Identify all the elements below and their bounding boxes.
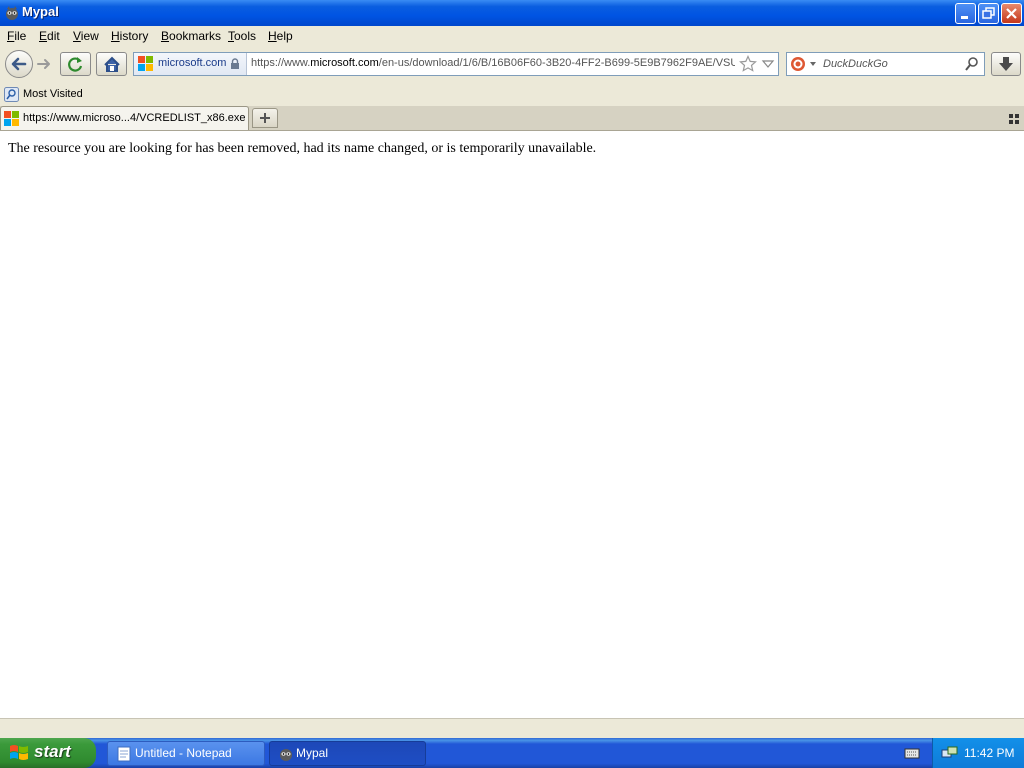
menu-edit-accel: E [39,29,48,43]
lock-icon [231,58,239,69]
taskbar-item-notepad-label: Untitled - Notepad [135,746,232,760]
forward-arrow-icon [37,59,50,69]
taskbar-item-mypal-label: Mypal [296,746,329,760]
error-message: The resource you are looking for has bee… [8,141,597,156]
magnifier-icon [965,57,978,71]
download-arrow-icon [999,57,1013,71]
new-tab-button[interactable] [252,108,278,128]
most-visited-bookmark[interactable]: Most Visited [23,88,83,100]
notepad-icon [117,746,131,762]
menu-history-label: istory [119,29,149,43]
reload-icon [68,57,83,72]
chevron-down-icon [761,60,775,68]
url-prefix: https://www. [251,57,311,69]
home-button[interactable] [96,52,127,76]
url-host: microsoft.com [310,57,379,69]
home-icon [104,56,120,72]
close-button[interactable] [1001,3,1022,24]
site-identity-button[interactable]: microsoft.com [134,53,247,75]
start-label: start [34,742,71,761]
menu-help-accel: H [268,29,277,43]
bookmark-star-button[interactable] [739,55,757,73]
downloads-button[interactable] [991,52,1021,76]
minimize-button[interactable] [955,3,976,24]
taskbar-clock: 11:42 PM [964,746,1015,760]
menu-view-label: iew [80,29,99,43]
star-icon [739,55,757,72]
menu-history-accel: H [111,29,120,43]
menu-bookmarks[interactable]: Bookmarks [161,29,221,43]
mypal-icon [4,5,20,21]
duckduckgo-icon [791,57,816,71]
forward-button[interactable] [35,55,53,73]
network-icon[interactable] [941,745,958,761]
menu-file-label: ile [14,29,27,43]
microsoft-logo-icon [138,56,153,71]
menu-help-label: elp [276,29,293,43]
site-identity-label: microsoft.com [158,57,227,69]
menu-tools-label: ools [234,29,257,43]
tab-groups-button[interactable] [1008,112,1020,124]
mypal-icon [280,749,292,761]
tab-label: https://www.microso...4/VCREDLIST_x86.ex… [23,112,246,124]
menu-history[interactable]: History [111,29,148,43]
windows-logo-icon [10,745,28,760]
most-visited-icon [4,87,19,102]
menu-edit-label: dit [47,29,60,43]
taskbar-item-mypal[interactable] [269,741,426,766]
menu-view-accel: V [73,29,81,43]
restore-button[interactable] [978,3,999,24]
url-dropdown-button[interactable] [761,57,775,71]
menu-view[interactable]: View [73,29,99,43]
url-path: /en-us/download/1/6/B/16B06F60-3B20-4FF2… [378,57,735,69]
menu-tools[interactable]: Tools [228,29,256,43]
plus-icon [260,113,270,123]
search-engine-button[interactable] [790,56,818,72]
back-button[interactable] [5,50,33,78]
window-title: Mypal [22,4,59,19]
back-arrow-icon [11,57,27,71]
menu-bookmarks-label: ookmarks [169,29,222,43]
url-text[interactable]: https://www.microsoft.com/en-us/download… [251,57,735,69]
menu-help[interactable]: Help [268,29,293,43]
status-bar [0,718,1024,739]
microsoft-logo-icon [4,111,19,126]
menu-edit[interactable]: Edit [39,29,60,43]
search-go-button[interactable] [964,56,980,72]
keyboard-icon[interactable] [904,746,920,760]
menu-bar: File Edit View History Bookmarks Tools H… [0,26,1024,46]
menu-bookmarks-accel: B [161,29,170,43]
grid-icon [1009,114,1019,124]
title-bar[interactable] [0,0,1024,27]
menu-file[interactable]: File [7,29,26,43]
reload-button[interactable] [60,52,91,76]
search-input[interactable]: DuckDuckGo [823,58,888,70]
page-content [0,131,1024,718]
bookmarks-toolbar [0,84,1024,106]
